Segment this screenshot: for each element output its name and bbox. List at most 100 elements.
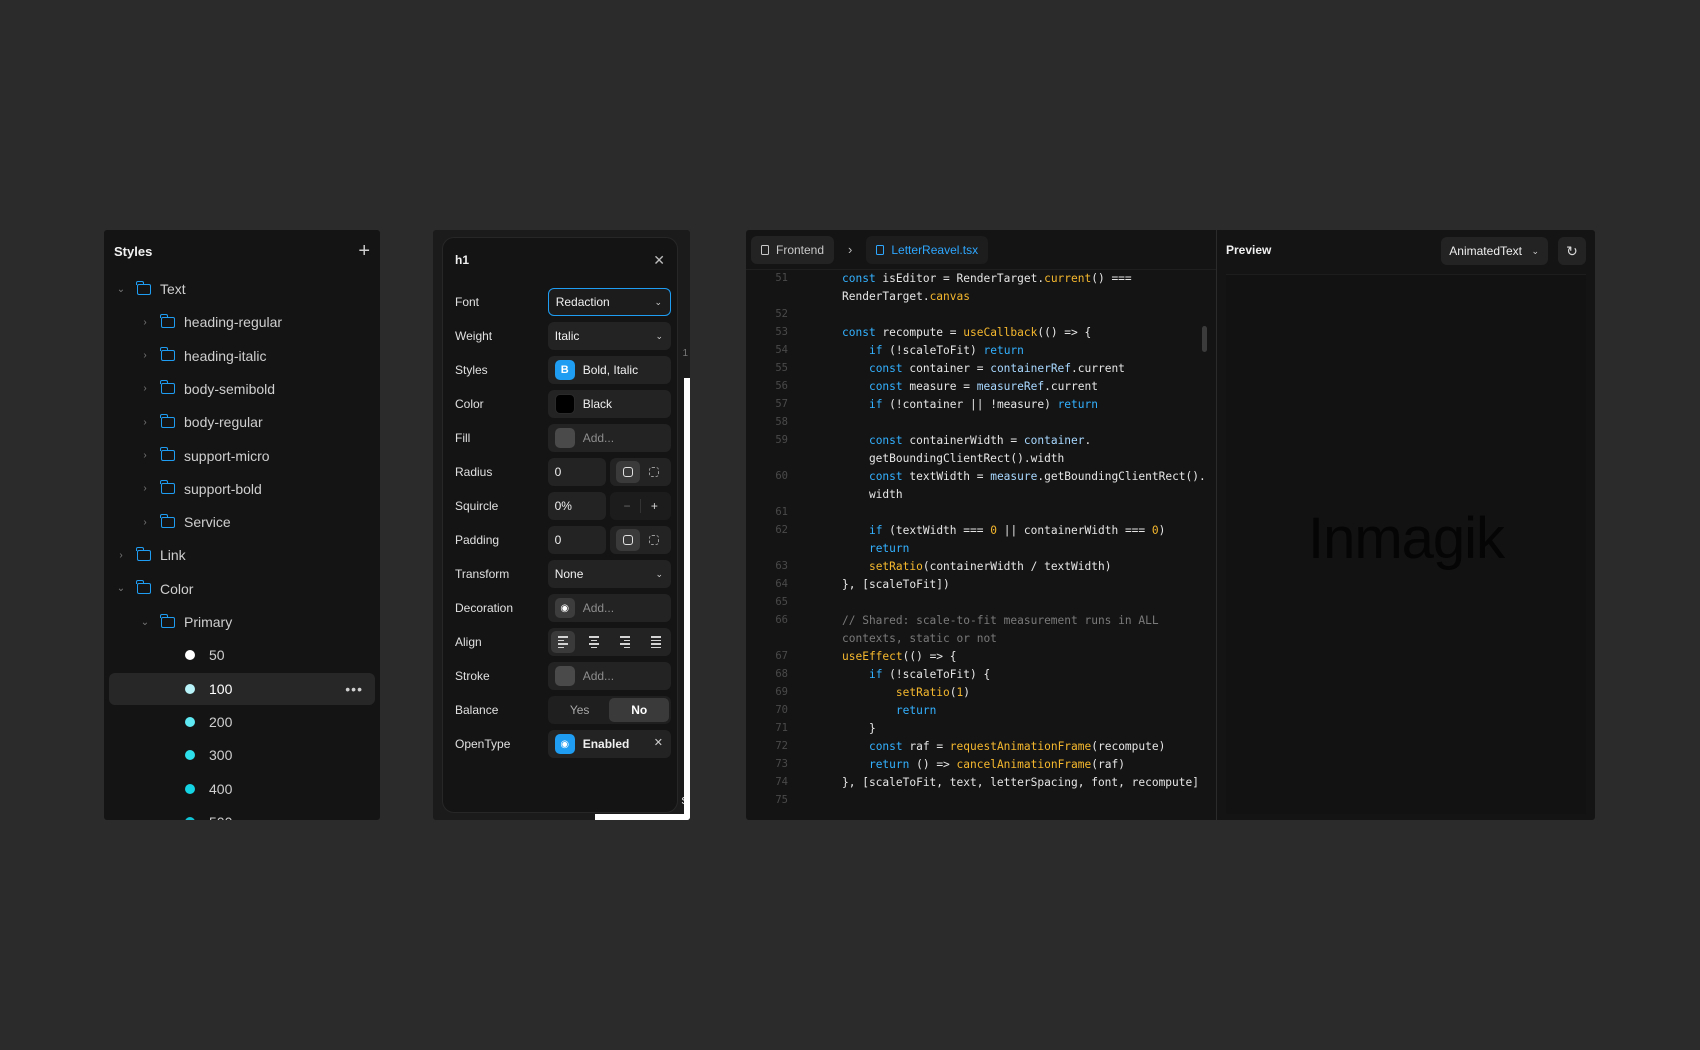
folder-icon xyxy=(136,580,151,595)
style-folder-row[interactable]: ⌄ Text xyxy=(109,273,375,305)
chevron-right-icon: › xyxy=(848,242,853,257)
code-line: 52 xyxy=(775,308,788,320)
color-token-row[interactable]: 50 xyxy=(109,639,375,671)
stroke-row: Stroke Add... xyxy=(455,662,671,690)
squircle-value: 0% xyxy=(554,499,572,513)
refresh-icon[interactable]: ↻ xyxy=(1558,237,1586,265)
chevron-right-icon[interactable]: › xyxy=(137,450,153,461)
color-token-row[interactable]: 200 xyxy=(109,706,375,738)
stepper-divider xyxy=(640,499,642,513)
editor-breadcrumb: Frontend › LetterReavel.tsx xyxy=(746,230,1216,270)
color-token-row[interactable]: 300 xyxy=(109,739,375,771)
balance-toggle: Yes No xyxy=(547,696,671,724)
style-folder-row[interactable]: › Link xyxy=(109,539,375,571)
tree-row-label: support-bold xyxy=(184,480,262,497)
balance-label: Balance xyxy=(455,703,499,717)
code-line: 74}, [scaleToFit, text, letterSpacing, f… xyxy=(775,775,1199,789)
chevron-down-icon[interactable]: ⌄ xyxy=(137,617,153,628)
chevron-right-icon[interactable]: › xyxy=(113,550,129,561)
style-folder-row[interactable]: ⌄ Primary xyxy=(109,606,375,638)
more-options-icon[interactable]: ••• xyxy=(345,681,363,697)
code-line: 59 const containerWidth = container. xyxy=(775,433,1092,447)
chevron-right-icon[interactable]: › xyxy=(137,317,153,328)
style-folder-row[interactable]: › support-bold xyxy=(109,473,375,505)
color-field[interactable]: Black xyxy=(547,390,671,418)
style-folder-row[interactable]: › body-semibold xyxy=(109,373,375,405)
padding-uniform-icon[interactable] xyxy=(615,529,640,551)
tree-row-label: support-micro xyxy=(184,447,270,464)
style-folder-row[interactable]: › heading-regular xyxy=(109,306,375,338)
code-line: getBoundingClientRect().width xyxy=(842,451,1065,465)
style-folder-row[interactable]: › body-regular xyxy=(109,406,375,438)
transform-select[interactable]: None ⌄ xyxy=(547,560,671,588)
close-icon[interactable]: ✕ xyxy=(653,252,665,269)
radius-individual-icon[interactable] xyxy=(642,461,666,483)
chevron-down-icon[interactable]: ⌄ xyxy=(113,583,129,594)
color-dot-icon xyxy=(185,816,195,820)
inspector-backdrop: 1 S h1 ✕ Font Redaction ⌄ Weight Italic … xyxy=(433,230,690,820)
remove-opentype-close-icon[interactable]: ✕ xyxy=(654,736,663,749)
breadcrumb-frontend[interactable]: Frontend xyxy=(751,235,835,264)
code-editor: Frontend › LetterReavel.tsx 51 const isEd… xyxy=(746,230,1216,820)
align-left-icon[interactable] xyxy=(550,631,575,653)
align-justify-icon[interactable] xyxy=(644,631,668,653)
balance-yes-option[interactable]: Yes xyxy=(550,698,610,722)
style-folder-row[interactable]: › support-micro xyxy=(109,440,375,472)
color-label: Color xyxy=(455,397,484,411)
opentype-field[interactable]: ◉ Enabled ✕ xyxy=(547,730,671,758)
radius-label: Radius xyxy=(455,465,493,479)
tree-row-label: 400 xyxy=(209,780,233,797)
folder-icon xyxy=(160,613,175,628)
chevron-right-icon[interactable]: › xyxy=(137,350,153,361)
file-icon xyxy=(761,244,769,255)
font-select[interactable]: Redaction ⌄ xyxy=(547,288,671,316)
tree-row-label: Primary xyxy=(184,614,233,630)
editor-scrollbar[interactable] xyxy=(1202,326,1207,352)
tree-row-label: 500 xyxy=(209,814,232,820)
opentype-label: OpenType xyxy=(455,737,511,751)
add-style-plus-icon[interactable]: + xyxy=(358,241,370,261)
color-dot-icon xyxy=(185,683,195,694)
padding-input[interactable]: 0 xyxy=(547,526,607,554)
component-select[interactable]: AnimatedText ⌄ xyxy=(1441,237,1548,265)
color-token-row[interactable]: 100 ••• xyxy=(109,672,375,705)
fill-field[interactable]: Add... xyxy=(547,424,671,452)
font-value: Redaction xyxy=(555,295,610,309)
chevron-down-icon: ⌄ xyxy=(655,568,663,579)
bold-badge-icon: B xyxy=(554,360,575,380)
color-swatch xyxy=(554,394,575,414)
styles-value: Bold, Italic xyxy=(582,363,639,377)
squircle-input[interactable]: 0% xyxy=(547,492,607,520)
stroke-field[interactable]: Add... xyxy=(547,662,671,690)
styles-field[interactable]: B Bold, Italic xyxy=(547,356,671,384)
chevron-right-icon[interactable]: › xyxy=(137,417,153,428)
chevron-right-icon[interactable]: › xyxy=(137,483,153,494)
breadcrumb-frontend-label: Frontend xyxy=(776,242,825,257)
padding-mode-toggle xyxy=(610,526,671,554)
radius-input[interactable]: 0 xyxy=(547,458,607,486)
weight-select[interactable]: Italic ⌄ xyxy=(547,322,671,350)
plus-icon[interactable]: + xyxy=(642,495,666,517)
chevron-right-icon[interactable]: › xyxy=(137,517,153,528)
tab-active-file[interactable]: LetterReavel.tsx xyxy=(866,235,989,264)
code-line: width xyxy=(842,487,903,501)
balance-no-option[interactable]: No xyxy=(609,698,669,722)
color-row: Color Black xyxy=(455,390,671,418)
align-right-icon[interactable] xyxy=(613,631,637,653)
padding-individual-icon[interactable] xyxy=(642,529,666,551)
color-token-row[interactable]: 400 xyxy=(109,773,375,805)
decoration-field[interactable]: ◉ Add... xyxy=(547,594,671,622)
style-folder-row[interactable]: ⌄ Color xyxy=(109,573,375,605)
align-center-icon[interactable] xyxy=(582,631,606,653)
minus-icon[interactable]: − xyxy=(615,495,639,517)
color-token-row[interactable]: 500 xyxy=(109,806,375,820)
style-folder-row[interactable]: › heading-italic xyxy=(109,340,375,372)
tree-row-label: body-semibold xyxy=(184,380,276,397)
radius-uniform-icon[interactable] xyxy=(615,461,640,483)
styles-panel-header: Styles + xyxy=(104,230,380,272)
chevron-down-icon[interactable]: ⌄ xyxy=(113,284,129,295)
style-folder-row[interactable]: › Service xyxy=(109,506,375,538)
tree-row-label: Link xyxy=(160,547,186,564)
chevron-right-icon[interactable]: › xyxy=(137,383,153,394)
folder-icon xyxy=(136,546,151,561)
